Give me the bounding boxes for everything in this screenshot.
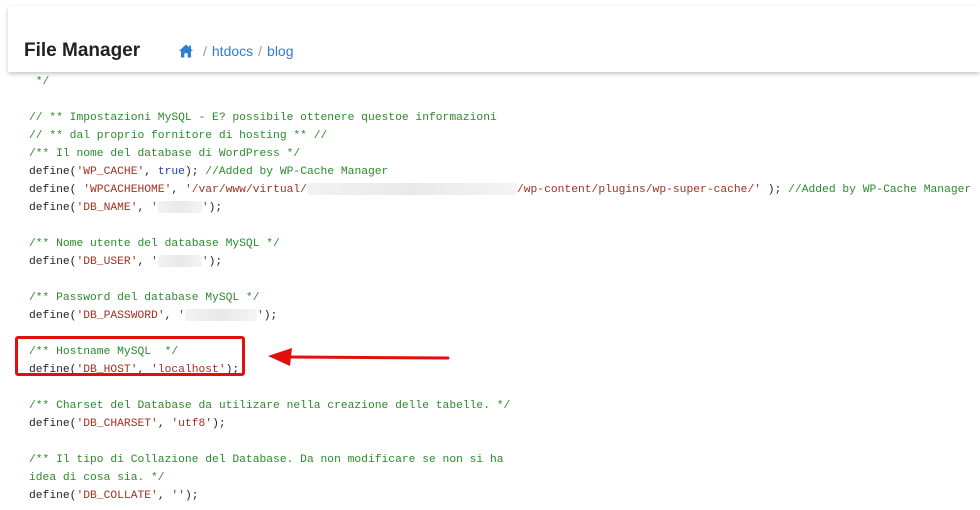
- code-comment: // ** dal proprio fornitore di hosting *…: [29, 130, 328, 142]
- breadcrumb: / htdocs / blog: [178, 43, 294, 59]
- code-line: define('DB_COLLATE', '');: [29, 487, 199, 505]
- code-comment: /** Il nome del database di WordPress */: [29, 148, 301, 160]
- code-comment: /** Il tipo di Collazione del Database. …: [29, 454, 504, 466]
- code-token: );: [184, 490, 199, 502]
- breadcrumb-blog[interactable]: blog: [267, 43, 293, 59]
- code-string: 'DB_CHARSET': [76, 418, 158, 430]
- code-comment: idea di cosa sia. */: [29, 472, 165, 484]
- code-token: define(: [29, 184, 84, 196]
- code-line: /** Charset del Database da utilizare ne…: [29, 397, 510, 415]
- code-token: define(: [29, 202, 77, 214]
- home-icon[interactable]: [178, 43, 194, 59]
- code-string: '/var/www/virtual/: [184, 184, 307, 196]
- code-comment: /** Nome utente del database MySQL */: [29, 238, 280, 250]
- code-token: define(: [29, 418, 77, 430]
- code-line: */: [29, 73, 50, 91]
- code-token: ,: [171, 184, 185, 196]
- code-token: define(: [29, 166, 77, 178]
- code-comment: // ** Impostazioni MySQL - E? possibile …: [29, 112, 497, 124]
- code-token: );: [212, 418, 226, 430]
- code-comment: */: [29, 76, 50, 88]
- redacted-value: [157, 201, 202, 214]
- code-token: ,: [157, 418, 172, 430]
- code-editor[interactable]: */ // ** Impostazioni MySQL - E? possibil…: [8, 72, 980, 510]
- code-string: 'DB_USER': [76, 256, 138, 268]
- code-line: define( 'WPCACHEHOME', '/var/www/virtual…: [29, 181, 971, 199]
- code-line: define('WP_CACHE', true); //Added by WP-…: [29, 163, 388, 181]
- code-comment: //Added by WP-Cache Manager: [788, 184, 972, 196]
- code-line: define('DB_PASSWORD', ' ');: [29, 307, 277, 325]
- breadcrumb-separator: /: [203, 43, 207, 59]
- page-title: File Manager: [24, 40, 141, 61]
- arrow-left-icon: [268, 348, 450, 366]
- code-token: define(: [29, 490, 77, 502]
- code-token: ,: [137, 256, 152, 268]
- code-token: ,: [157, 490, 172, 502]
- code-string: 'DB_NAME': [76, 202, 138, 214]
- code-string: 'DB_COLLATE': [76, 490, 158, 502]
- code-string: ': [201, 256, 209, 268]
- code-line: /** Il tipo di Collazione del Database. …: [29, 451, 504, 469]
- code-string: '': [171, 490, 185, 502]
- code-comment: /** Charset del Database da utilizare ne…: [29, 400, 511, 412]
- code-string: ': [151, 256, 158, 268]
- code-token: );: [761, 184, 789, 196]
- code-line: /** Password del database MySQL */: [29, 289, 260, 307]
- code-token: );: [263, 310, 278, 322]
- code-line: define('DB_NAME', ' ');: [29, 199, 222, 217]
- code-string: ': [201, 202, 209, 214]
- code-string: ': [151, 202, 158, 214]
- code-line: /** Il nome del database di WordPress */: [29, 145, 300, 163]
- code-string: 'WPCACHEHOME': [83, 184, 172, 196]
- breadcrumb-htdocs[interactable]: htdocs: [212, 43, 253, 59]
- code-line: // ** dal proprio fornitore di hosting *…: [29, 127, 327, 145]
- code-token: );: [184, 166, 206, 178]
- code-token: );: [208, 202, 223, 214]
- code-line: // ** Impostazioni MySQL - E? possibile …: [29, 109, 497, 127]
- code-line: idea di cosa sia. */: [29, 469, 165, 487]
- code-line: /** Nome utente del database MySQL */: [29, 235, 280, 253]
- code-line: define('DB_USER', ' ');: [29, 253, 222, 271]
- redacted-value: [157, 255, 202, 268]
- breadcrumb-separator: /: [258, 43, 263, 59]
- code-token: ,: [137, 202, 152, 214]
- code-token: ,: [144, 166, 158, 178]
- code-string: ': [178, 310, 185, 322]
- code-string: 'DB_PASSWORD': [76, 310, 165, 322]
- code-token: define(: [29, 310, 77, 322]
- code-string: 'WP_CACHE': [76, 166, 145, 178]
- code-token: ,: [164, 310, 179, 322]
- code-comment: //Added by WP-Cache Manager: [205, 166, 389, 178]
- redacted-value: [306, 183, 517, 196]
- code-line: define('DB_CHARSET', 'utf8');: [29, 415, 226, 433]
- code-keyword: true: [157, 166, 185, 178]
- annotation-highlight-box: [15, 336, 245, 376]
- code-comment: /** Password del database MySQL */: [29, 292, 260, 304]
- code-string: /wp-content/plugins/wp-super-cache/': [516, 184, 762, 196]
- code-string: ': [256, 310, 264, 322]
- code-token: define(: [29, 256, 77, 268]
- code-token: );: [208, 256, 223, 268]
- file-manager-header: File Manager / htdocs / blog: [8, 6, 980, 72]
- redacted-value: [184, 309, 257, 322]
- code-string: 'utf8': [171, 418, 213, 430]
